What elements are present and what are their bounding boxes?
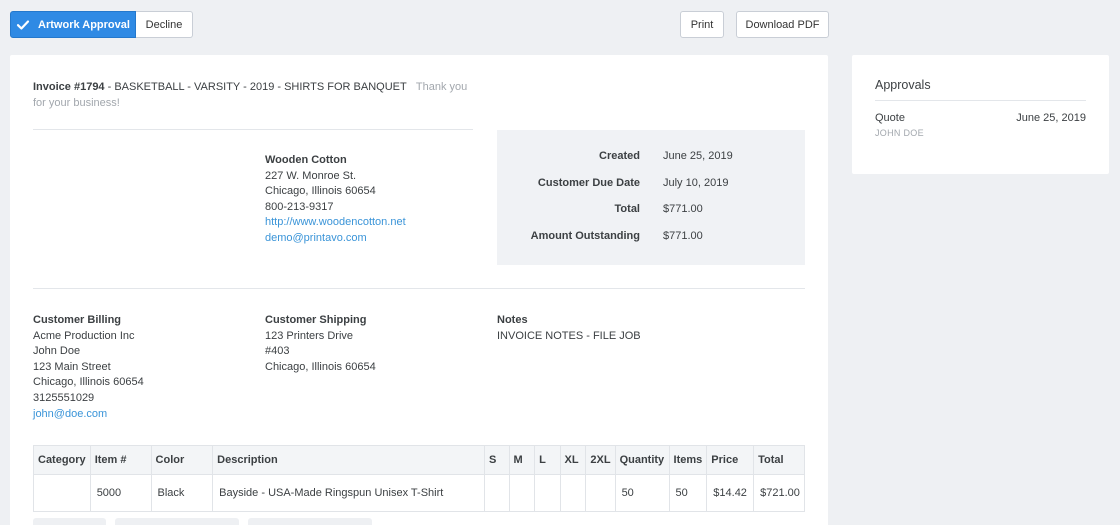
billing-city: Chicago, Illinois 60654	[33, 376, 144, 389]
approvals-title: Approvals	[875, 78, 931, 92]
company-street: 227 W. Monroe St.	[265, 169, 357, 182]
invoice-number: Invoice #1794	[33, 81, 105, 93]
column-header: 2XL	[585, 445, 616, 475]
summary-row: Created June 25, 2019	[497, 150, 805, 166]
approval-date: June 25, 2019	[1016, 112, 1086, 124]
summary-label: Total	[614, 203, 640, 215]
billing-contact: John Doe	[33, 345, 81, 358]
summary-row: Amount Outstanding $771.00	[497, 230, 805, 246]
table-cell: 50	[614, 474, 670, 512]
table-cell: Bayside - USA-Made Ringspun Unisex T-Shi…	[212, 474, 486, 512]
invoice-title: Invoice #1794 - BASKETBALL - VARSITY - 2…	[33, 79, 473, 111]
bottom-tabs	[33, 518, 372, 525]
placeholder-pill	[33, 518, 106, 525]
shipping-unit: #403	[265, 345, 290, 358]
table-cell: 5000	[89, 474, 152, 512]
artwork-approval-label: Artwork Approval	[38, 18, 130, 31]
shipping-heading: Customer Shipping	[265, 314, 367, 326]
table-cell	[33, 474, 91, 512]
company-email-link[interactable]: demo@printavo.com	[265, 231, 406, 247]
column-header: Category	[33, 445, 91, 475]
column-header: XL	[559, 445, 587, 475]
approval-button-group: Artwork Approval Decline	[10, 11, 193, 38]
table-row: 5000 Black Bayside - USA-Made Ringspun U…	[33, 474, 805, 512]
summary-label: Customer Due Date	[537, 177, 640, 189]
divider	[33, 129, 473, 130]
column-header: M	[508, 445, 536, 475]
table-cell: Black	[150, 474, 214, 512]
company-phone: 800-213-9317	[265, 200, 334, 213]
table-header-row: Category Item # Color Description S M L …	[33, 445, 805, 475]
summary-value: $771.00	[663, 230, 703, 242]
approvals-card: Approvals Quote June 25, 2019 JOHN DOE	[852, 55, 1109, 174]
check-icon	[16, 18, 30, 32]
print-button[interactable]: Print	[680, 11, 724, 38]
invoice-job-title: - BASKETBALL - VARSITY - 2019 - SHIRTS F…	[104, 81, 407, 93]
approval-user: JOHN DOE	[875, 128, 924, 138]
table-cell	[508, 474, 536, 512]
company-website-link[interactable]: http://www.woodencotton.net	[265, 215, 406, 231]
column-header: Color	[150, 445, 214, 475]
billing-heading: Customer Billing	[33, 314, 122, 326]
summary-label: Created	[599, 150, 640, 162]
column-header: Item #	[89, 445, 152, 475]
company-info: Wooden Cotton 227 W. Monroe St. Chicago,…	[265, 153, 406, 247]
column-header: S	[484, 445, 510, 475]
column-header: Quantity	[614, 445, 670, 475]
summary-row: Total $771.00	[497, 203, 805, 219]
shipping-city: Chicago, Illinois 60654	[265, 360, 376, 373]
placeholder-pill	[248, 518, 372, 525]
summary-label: Amount Outstanding	[530, 230, 640, 242]
invoice-notes: Notes INVOICE NOTES - FILE JOB	[497, 313, 641, 344]
customer-billing: Customer Billing Acme Production Inc Joh…	[33, 313, 144, 422]
divider	[33, 288, 805, 289]
download-pdf-button[interactable]: Download PDF	[736, 11, 829, 38]
column-header: Items	[668, 445, 708, 475]
billing-street: 123 Main Street	[33, 360, 111, 373]
table-cell: 50	[668, 474, 708, 512]
divider	[875, 100, 1086, 101]
table-cell	[585, 474, 616, 512]
table-cell	[534, 474, 561, 512]
placeholder-pill	[115, 518, 239, 525]
column-header: L	[534, 445, 561, 475]
artwork-approval-button[interactable]: Artwork Approval	[10, 11, 136, 38]
notes-heading: Notes	[497, 314, 528, 326]
invoice-card: Invoice #1794 - BASKETBALL - VARSITY - 2…	[10, 55, 828, 525]
table-cell	[559, 474, 587, 512]
summary-value: June 25, 2019	[663, 150, 733, 162]
table-cell: $14.42	[706, 474, 755, 512]
company-city: Chicago, Illinois 60654	[265, 185, 376, 198]
line-items-table: Category Item # Color Description S M L …	[33, 445, 805, 512]
column-header: Price	[706, 445, 755, 475]
company-name: Wooden Cotton	[265, 154, 347, 166]
column-header: Total	[753, 445, 805, 475]
shipping-street: 123 Printers Drive	[265, 329, 354, 342]
table-cell: $721.00	[753, 474, 805, 512]
notes-text: INVOICE NOTES - FILE JOB	[497, 329, 641, 342]
summary-row: Customer Due Date July 10, 2019	[497, 177, 805, 193]
approval-type: Quote	[875, 112, 905, 124]
column-header: Description	[212, 445, 486, 475]
summary-value: $771.00	[663, 203, 703, 215]
table-cell	[484, 474, 510, 512]
invoice-summary: Created June 25, 2019 Customer Due Date …	[497, 130, 805, 265]
billing-phone: 3125551029	[33, 391, 95, 404]
billing-email-link[interactable]: john@doe.com	[33, 407, 144, 423]
billing-company: Acme Production Inc	[33, 329, 135, 342]
decline-button[interactable]: Decline	[136, 11, 193, 38]
summary-value: July 10, 2019	[663, 177, 729, 189]
customer-shipping: Customer Shipping 123 Printers Drive #40…	[265, 313, 376, 375]
